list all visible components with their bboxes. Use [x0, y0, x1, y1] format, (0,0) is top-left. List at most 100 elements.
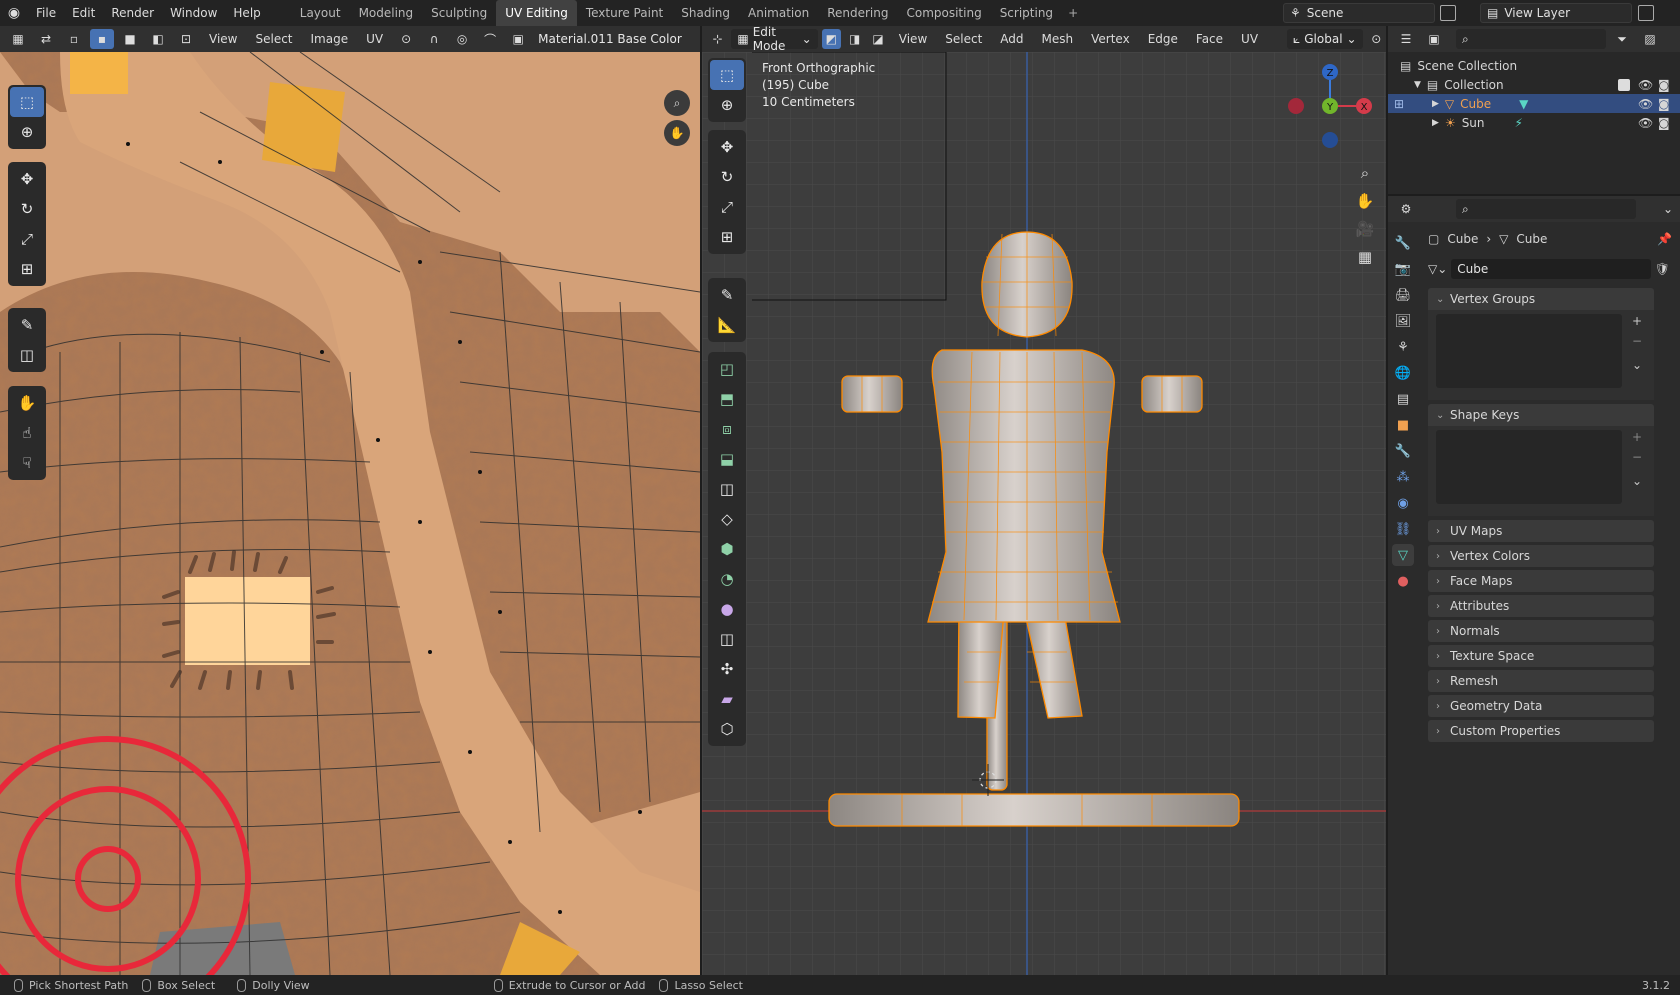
- properties-search[interactable]: ⌕: [1456, 199, 1636, 219]
- eye-icon[interactable]: 👁: [1638, 97, 1653, 111]
- transform-tool-icon[interactable]: ⊞: [710, 222, 744, 252]
- panel-custom-properties[interactable]: › Custom Properties: [1428, 720, 1654, 742]
- collection-tab-icon[interactable]: ▤: [1392, 388, 1414, 410]
- uv-menu-select[interactable]: Select: [248, 32, 299, 46]
- remove-icon[interactable]: −: [1632, 450, 1642, 464]
- editor-type-icon[interactable]: ▦: [6, 29, 30, 49]
- panel-vertex-colors[interactable]: › Vertex Colors: [1428, 545, 1654, 567]
- vp-menu-view[interactable]: View: [892, 32, 934, 46]
- view-layer-tab-icon[interactable]: 🖼: [1392, 310, 1414, 332]
- select-tool-icon[interactable]: ⬚: [10, 87, 44, 117]
- uv-menu-image[interactable]: Image: [304, 32, 356, 46]
- annotate-tool-icon[interactable]: ✎: [10, 310, 44, 340]
- panel-shape-keys[interactable]: ⌄ Shape Keys: [1428, 404, 1654, 426]
- tab-scripting[interactable]: Scripting: [991, 0, 1062, 26]
- tab-animation[interactable]: Animation: [739, 0, 818, 26]
- add-icon[interactable]: +: [1632, 314, 1642, 328]
- output-tab-icon[interactable]: 🖨: [1392, 284, 1414, 306]
- sticky-select-icon[interactable]: ⊡: [174, 29, 198, 49]
- tab-modeling[interactable]: Modeling: [350, 0, 423, 26]
- mesh-data-icon[interactable]: ▼: [1519, 97, 1528, 111]
- proportional-edit-icon[interactable]: ◎: [450, 29, 474, 49]
- image-name[interactable]: Material.011 Base Color: [538, 32, 682, 46]
- loop-cut-tool-icon[interactable]: ◫: [710, 474, 744, 504]
- data-tab-icon[interactable]: ▽: [1392, 544, 1414, 566]
- light-data-icon[interactable]: ⚡: [1515, 116, 1523, 130]
- new-collection-icon[interactable]: ▨: [1638, 29, 1662, 49]
- navigation-gizmo[interactable]: Z X Y: [1284, 60, 1376, 152]
- chevron-down-icon[interactable]: ⌄: [1656, 199, 1680, 219]
- panel-vertex-groups[interactable]: ⌄ Vertex Groups: [1428, 288, 1654, 310]
- falloff-icon[interactable]: ⌒: [478, 29, 502, 49]
- pivot-icon[interactable]: ⊙: [394, 29, 418, 49]
- scene-selector[interactable]: ⚘ Scene: [1283, 3, 1435, 23]
- new-scene-icon[interactable]: [1440, 5, 1456, 21]
- relax-tool-icon[interactable]: ☝: [10, 418, 44, 448]
- panel-normals[interactable]: › Normals: [1428, 620, 1654, 642]
- chevron-down-icon[interactable]: ⌄: [1632, 474, 1642, 488]
- scale-tool-icon[interactable]: ⤢: [10, 224, 44, 254]
- cursor-tool-icon[interactable]: ⊕: [710, 90, 744, 120]
- camera-view-icon[interactable]: 🎥: [1352, 216, 1378, 242]
- camera-icon[interactable]: ◙: [1658, 97, 1670, 111]
- panel-attributes[interactable]: › Attributes: [1428, 595, 1654, 617]
- move-tool-icon[interactable]: ✥: [710, 132, 744, 162]
- vertex-select-icon[interactable]: ▫: [62, 29, 86, 49]
- tab-compositing[interactable]: Compositing: [897, 0, 990, 26]
- rotate-tool-icon[interactable]: ↻: [710, 162, 744, 192]
- chevron-down-icon[interactable]: ▼: [1414, 80, 1421, 90]
- scale-tool-icon[interactable]: ⤢: [710, 192, 744, 222]
- mode-selector[interactable]: ▦ Edit Mode ⌄: [731, 25, 818, 53]
- face-select-icon[interactable]: ■: [118, 29, 142, 49]
- orientation-selector[interactable]: ⟀ Global ⌄: [1287, 29, 1363, 49]
- chevron-right-icon[interactable]: ▶: [1432, 118, 1439, 128]
- physics-tab-icon[interactable]: ◉: [1392, 492, 1414, 514]
- menu-help[interactable]: Help: [225, 0, 268, 26]
- add-icon[interactable]: +: [1632, 430, 1642, 444]
- chevron-down-icon[interactable]: ⌄: [1632, 358, 1642, 372]
- tool-tab-icon[interactable]: 🔧: [1392, 232, 1414, 254]
- chevron-right-icon[interactable]: ▶: [1432, 99, 1439, 109]
- menu-window[interactable]: Window: [162, 0, 225, 26]
- spin-tool-icon[interactable]: ◔: [710, 564, 744, 594]
- vp-menu-add[interactable]: Add: [993, 32, 1030, 46]
- pan-icon[interactable]: ✋: [1352, 188, 1378, 214]
- vp-menu-vertex[interactable]: Vertex: [1084, 32, 1137, 46]
- render-tab-icon[interactable]: 📷: [1392, 258, 1414, 280]
- constraints-tab-icon[interactable]: ⛓: [1392, 518, 1414, 540]
- mesh-icon[interactable]: ▽⌄: [1428, 262, 1447, 276]
- uv-menu-view[interactable]: View: [202, 32, 244, 46]
- outliner-search[interactable]: ⌕: [1456, 29, 1606, 49]
- new-view-layer-icon[interactable]: [1638, 5, 1654, 21]
- pan-icon[interactable]: ✋: [664, 120, 690, 146]
- panel-remesh[interactable]: › Remesh: [1428, 670, 1654, 692]
- annotate-tool-icon[interactable]: ✎: [710, 280, 744, 310]
- fake-user-icon[interactable]: 🛡: [1655, 262, 1670, 276]
- measure-tool-icon[interactable]: 📐: [710, 310, 744, 340]
- transform-tool-icon[interactable]: ⊞: [10, 254, 44, 284]
- zoom-icon[interactable]: ⌕: [1352, 160, 1378, 186]
- gizmo-neg-z-icon[interactable]: [1322, 132, 1338, 148]
- eye-icon[interactable]: 👁: [1638, 116, 1653, 130]
- menu-edit[interactable]: Edit: [64, 0, 103, 26]
- tab-layout[interactable]: Layout: [291, 0, 350, 26]
- edit-mode-icon[interactable]: ⊞: [1394, 97, 1404, 111]
- menu-file[interactable]: File: [28, 0, 64, 26]
- shrink-tool-icon[interactable]: ✣: [710, 654, 744, 684]
- remove-icon[interactable]: −: [1632, 334, 1642, 348]
- shape-keys-listbox[interactable]: [1436, 430, 1622, 504]
- add-cube-tool-icon[interactable]: ◰: [710, 354, 744, 384]
- grab-tool-icon[interactable]: ✋: [10, 388, 44, 418]
- pivot-point-icon[interactable]: ⊙: [1367, 29, 1386, 49]
- image-browse-icon[interactable]: ▣: [506, 29, 530, 49]
- uv-canvas[interactable]: [0, 52, 700, 975]
- bevel-tool-icon[interactable]: ⬓: [710, 444, 744, 474]
- rip-tool-icon[interactable]: ◫: [10, 340, 44, 370]
- gizmo-neg-x-icon[interactable]: [1288, 98, 1304, 114]
- eye-icon[interactable]: 👁: [1638, 78, 1653, 92]
- move-tool-icon[interactable]: ✥: [10, 164, 44, 194]
- panel-face-maps[interactable]: › Face Maps: [1428, 570, 1654, 592]
- face-mode-icon[interactable]: ◪: [868, 29, 887, 49]
- panel-geometry-data[interactable]: › Geometry Data: [1428, 695, 1654, 717]
- tab-shading[interactable]: Shading: [672, 0, 739, 26]
